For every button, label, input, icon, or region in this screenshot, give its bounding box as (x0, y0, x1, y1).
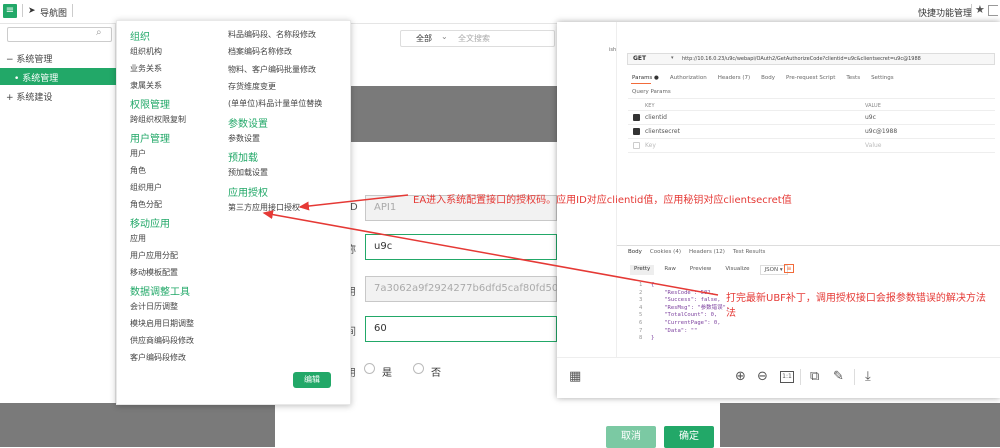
arrow-to-app-auth (298, 194, 409, 211)
annotation-note-patch: 打完最新UBF补丁，调用授权接口会报参数错误的解决方法 (726, 293, 986, 304)
annotation-note-patch-cont: 法 (726, 308, 736, 319)
annotation-arrows (262, 194, 719, 296)
annotation-note-auth: EA进入系统配置接口的授权码。应用ID对应clientid值，应用秘钥对应cli… (413, 195, 792, 206)
arrow-from-patch-note (262, 210, 719, 296)
